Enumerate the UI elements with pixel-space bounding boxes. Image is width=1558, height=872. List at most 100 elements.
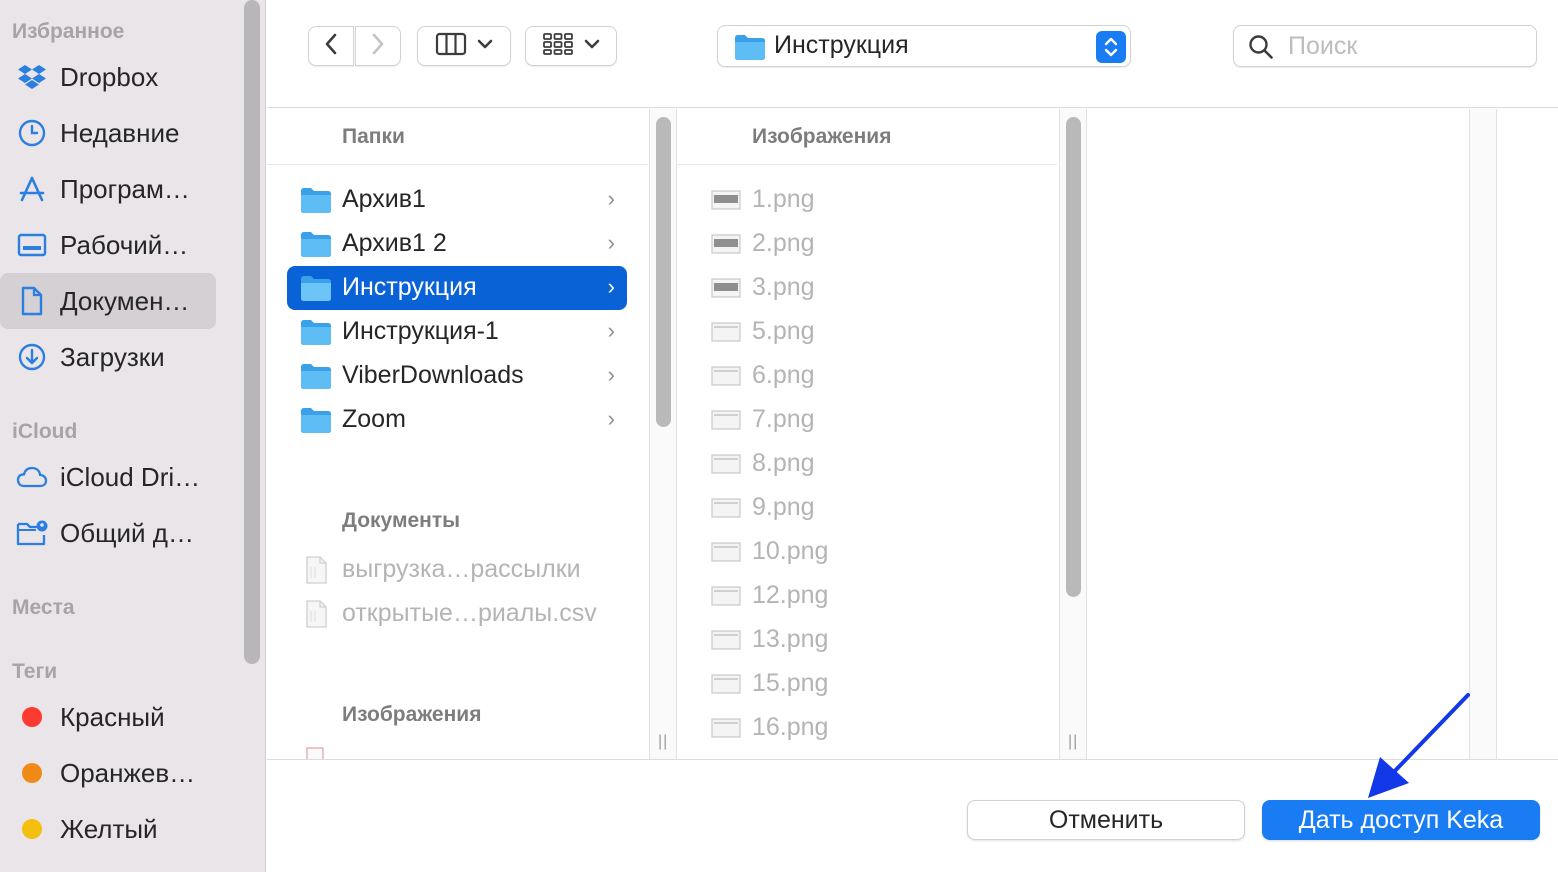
folder-row-viberdownloads[interactable]: ViberDownloads › (287, 354, 627, 398)
image-file-row[interactable]: 2.png (697, 222, 1037, 266)
chevron-right-icon (371, 32, 385, 61)
documents-heading: Документы (267, 493, 647, 549)
png-thumbnail-icon (711, 674, 741, 694)
folder-row-archive1[interactable]: Архив1 › (287, 178, 627, 222)
folder-icon (301, 320, 331, 345)
folder-row-instruction[interactable]: Инструкция › (287, 266, 627, 310)
clock-icon (16, 117, 48, 149)
csv-file-icon (306, 600, 327, 628)
back-button[interactable] (308, 26, 354, 66)
image-file-label: 6.png (752, 361, 815, 389)
png-thumbnail-icon (711, 410, 741, 430)
document-icon (16, 285, 48, 317)
forward-button[interactable] (355, 26, 401, 66)
sidebar-item-recents[interactable]: Недавние (0, 105, 216, 161)
png-thumbnail-icon (711, 278, 741, 298)
download-icon (16, 341, 48, 373)
folder-icon (301, 408, 331, 433)
bottom-bar: Отменить Дать доступ Keka (267, 759, 1558, 872)
images-column-heading: Изображения (677, 109, 1057, 165)
images-column-heading-label: Изображения (752, 125, 892, 148)
folder-row-zoom[interactable]: Zoom › (287, 398, 627, 442)
image-file-row[interactable]: 6.png (697, 354, 1037, 398)
chevron-right-icon: › (607, 230, 615, 255)
image-file-row[interactable]: 9.png (697, 486, 1037, 530)
sidebar-tag-red[interactable]: Красный (0, 689, 216, 745)
column-divider[interactable]: || (1059, 109, 1087, 759)
sidebar-item-dropbox[interactable]: Dropbox (0, 49, 216, 105)
image-file-label: 1.png (752, 185, 815, 213)
sidebar-item-applications[interactable]: Програм… (0, 161, 216, 217)
images-heading-label: Изображения (342, 703, 482, 726)
resize-handle-icon[interactable]: || (658, 733, 668, 751)
group-by-button[interactable] (525, 26, 617, 66)
image-file-row[interactable]: 13.png (697, 618, 1037, 662)
image-file-label: 12.png (752, 581, 829, 609)
sidebar-item-label: Загрузки (60, 341, 165, 372)
sidebar: Избранное Dropbox Недавние Програм… Рабо… (0, 0, 266, 872)
png-thumbnail-icon (711, 454, 741, 474)
sidebar-tag-orange[interactable]: Оранжев… (0, 745, 216, 801)
orange-tag-dot-icon (22, 763, 42, 783)
image-file-label: 3.png (752, 273, 815, 301)
sidebar-item-desktop[interactable]: Рабочий… (0, 217, 216, 273)
sidebar-item-shared-drive[interactable]: Общий д… (0, 505, 216, 561)
png-thumbnail-icon (711, 586, 741, 606)
image-file-row[interactable]: 12.png (697, 574, 1037, 618)
image-file-row[interactable]: 8.png (697, 442, 1037, 486)
cancel-button[interactable]: Отменить (967, 800, 1245, 840)
image-file-row[interactable]: 7.png (697, 398, 1037, 442)
dropbox-icon (16, 61, 48, 93)
search-input[interactable] (1288, 30, 1528, 62)
images-heading: Изображения (267, 687, 647, 743)
document-row[interactable]: выгрузка…рассылки (287, 548, 627, 592)
sidebar-scrollbar[interactable] (244, 0, 260, 664)
grant-access-button[interactable]: Дать доступ Keka (1262, 800, 1540, 840)
image-file-label: 16.png (752, 713, 829, 741)
documents-heading-label: Документы (342, 509, 461, 532)
column-empty (1087, 109, 1469, 759)
column-folders: Папки Архив1 › Архив1 2 › Инструкция › И… (267, 109, 649, 759)
image-file-label: 7.png (752, 405, 815, 433)
path-popup[interactable]: Инструкция (717, 25, 1131, 67)
sidebar-item-label: iCloud Dri… (60, 461, 201, 492)
column-scrollbar[interactable] (1066, 117, 1081, 597)
image-file-row[interactable]: 5.png (697, 310, 1037, 354)
image-file-row[interactable]: 3.png (697, 266, 1037, 310)
document-row[interactable]: открытые…риалы.csv (287, 592, 627, 636)
desktop-icon (16, 229, 48, 261)
sidebar-item-label: Желтый (60, 813, 158, 844)
image-file-row[interactable]: 1.png (697, 178, 1037, 222)
tags-heading: Теги (12, 660, 58, 683)
view-mode-button[interactable] (417, 26, 511, 66)
favorites-heading: Избранное (12, 20, 125, 43)
chevron-down-icon (477, 37, 493, 55)
column-scrollbar[interactable] (656, 117, 671, 427)
folders-heading-label: Папки (342, 125, 405, 148)
image-file-row[interactable]: 10.png (697, 530, 1037, 574)
sidebar-item-icloud-drive[interactable]: iCloud Dri… (0, 449, 216, 505)
file-open-dialog: Избранное Dropbox Недавние Програм… Рабо… (0, 0, 1558, 872)
sidebar-item-downloads[interactable]: Загрузки (0, 329, 216, 385)
column-divider[interactable]: || (649, 109, 677, 759)
folder-icon (734, 33, 766, 66)
column-divider[interactable] (1469, 109, 1497, 759)
csv-file-icon (306, 556, 327, 584)
sidebar-item-label: Рабочий… (60, 229, 189, 260)
yellow-tag-dot-icon (22, 819, 42, 839)
image-file-row[interactable]: 15.png (697, 662, 1037, 706)
folder-row-instruction-1[interactable]: Инструкция-1 › (287, 310, 627, 354)
sidebar-item-documents[interactable]: Докумен… (0, 273, 216, 329)
sidebar-tag-yellow[interactable]: Желтый (0, 801, 216, 857)
folder-row-label: ViberDownloads (342, 361, 524, 389)
toolbar: Инструкция (267, 0, 1558, 108)
png-thumbnail-icon (711, 630, 741, 650)
folder-row-archive1-2[interactable]: Архив1 2 › (287, 222, 627, 266)
chevron-right-icon: › (607, 274, 615, 299)
image-file-row[interactable]: 16.png (697, 706, 1037, 750)
chevron-right-icon: › (607, 318, 615, 343)
resize-handle-icon[interactable]: || (1068, 733, 1078, 751)
png-thumbnail-icon (711, 718, 741, 738)
image-file-label: 13.png (752, 625, 829, 653)
search-field[interactable] (1233, 25, 1537, 67)
